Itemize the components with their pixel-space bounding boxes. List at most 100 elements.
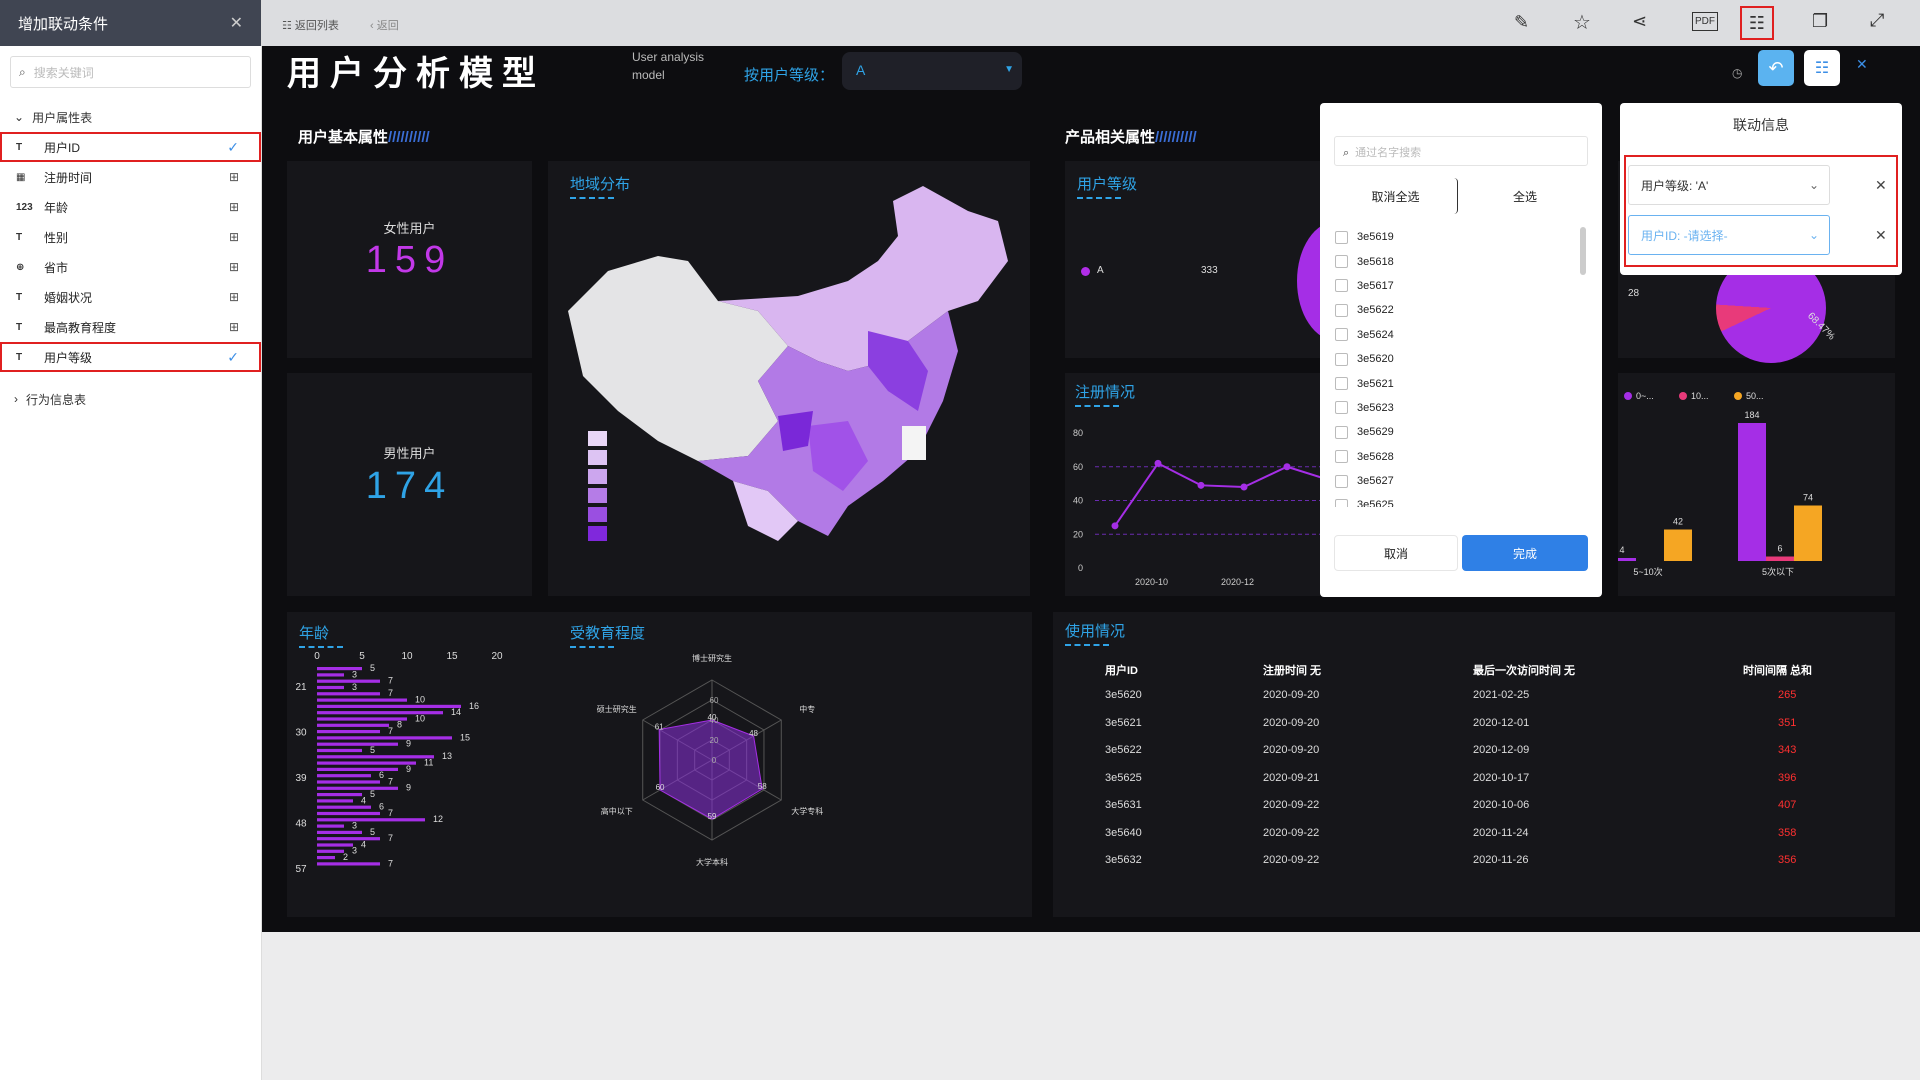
linkage-field-icon[interactable]: ⊞: [229, 320, 239, 334]
option-label: 3e5629: [1357, 426, 1394, 439]
linkage-field-icon[interactable]: ⊞: [229, 170, 239, 184]
field-type-icon: T: [16, 291, 23, 303]
bar-value-label: 15: [460, 732, 470, 742]
table-header[interactable]: 用户ID: [1105, 662, 1138, 678]
option-item[interactable]: 3e5629: [1320, 420, 1580, 444]
linkage-filter-icon[interactable]: ☷: [1740, 6, 1774, 40]
field-label: 用户ID: [44, 140, 81, 155]
option-item[interactable]: 3e5622: [1320, 298, 1580, 322]
checkbox[interactable]: [1335, 450, 1348, 464]
dash-close-icon[interactable]: ✕: [1856, 56, 1868, 73]
x-tick-label: 2020-12: [1221, 577, 1254, 587]
linkage-field-icon[interactable]: ⊞: [229, 230, 239, 244]
data-point: [1283, 463, 1291, 471]
y-tick-label: 40: [1073, 496, 1083, 506]
region-card: 地域分布: [548, 161, 1030, 596]
share-icon[interactable]: ⋖: [1632, 11, 1647, 32]
checkbox[interactable]: [1335, 425, 1348, 439]
star-icon[interactable]: ☆: [1573, 10, 1591, 35]
table-header[interactable]: 时间间隔 总和: [1743, 662, 1812, 678]
checkbox[interactable]: [1335, 377, 1348, 391]
checkbox[interactable]: [1335, 352, 1348, 366]
option-item[interactable]: 3e5618: [1320, 249, 1580, 273]
field-item[interactable]: ⊕ 省市 ⊞: [0, 252, 261, 282]
option-label: 3e5621: [1357, 377, 1394, 390]
undo-button[interactable]: ↶: [1758, 50, 1794, 86]
option-item[interactable]: 3e5620: [1320, 347, 1580, 371]
select-all-button[interactable]: 全选: [1462, 178, 1588, 214]
option-item[interactable]: 3e5617: [1320, 274, 1580, 298]
age-bar: [317, 805, 371, 809]
subtitle-line1: User analysis: [632, 50, 705, 64]
condition-userid-select[interactable]: 用户ID: -请选择- ⌄: [1628, 215, 1830, 255]
remove-condition-icon[interactable]: ✕: [1875, 227, 1887, 244]
checkbox[interactable]: [1335, 474, 1348, 488]
field-item[interactable]: 123 年龄 ⊞: [0, 192, 261, 222]
back-list-link[interactable]: ☷ 返回列表: [282, 17, 339, 33]
table-cell: 356: [1778, 854, 1797, 866]
chevron-right-icon: ›: [14, 392, 18, 406]
age-bar: [317, 730, 380, 734]
age-bar: [317, 736, 452, 740]
table-label: 用户属性表: [32, 110, 93, 125]
copy-icon[interactable]: ❐: [1812, 11, 1828, 32]
option-item[interactable]: 3e5625: [1320, 493, 1580, 507]
linkage-list-button[interactable]: ☷: [1804, 50, 1840, 86]
back-link[interactable]: ‹ 返回: [370, 17, 399, 33]
field-item[interactable]: ▦ 注册时间 ⊞: [0, 162, 261, 192]
usage-title: 使用情况: [1065, 623, 1126, 640]
legend-dot: [1624, 392, 1632, 400]
picker-search-input[interactable]: ⌕ 通过名字搜索: [1334, 136, 1588, 166]
linkage-field-icon[interactable]: ⊞: [229, 200, 239, 214]
bar-value-label: 3: [352, 846, 357, 856]
checkbox[interactable]: [1335, 303, 1348, 317]
table-cell: 2020-11-24: [1473, 826, 1529, 839]
table-group-user[interactable]: ⌄ 用户属性表: [0, 102, 261, 132]
age-bar: [317, 767, 398, 771]
option-item[interactable]: 3e5624: [1320, 323, 1580, 347]
done-button[interactable]: 完成: [1462, 535, 1588, 571]
linkage-field-icon[interactable]: ⊞: [229, 290, 239, 304]
checkbox[interactable]: [1335, 401, 1348, 415]
close-icon[interactable]: ✕: [230, 13, 243, 33]
option-label: 3e5618: [1357, 255, 1394, 268]
field-search-input[interactable]: ⌕ 搜索关键词: [10, 56, 251, 88]
field-item[interactable]: T 性别 ⊞: [0, 222, 261, 252]
scrollbar[interactable]: [1580, 227, 1586, 275]
remove-condition-icon[interactable]: ✕: [1875, 177, 1887, 194]
field-item[interactable]: T 用户ID ✓: [0, 132, 261, 162]
option-item[interactable]: 3e5628: [1320, 445, 1580, 469]
option-item[interactable]: 3e5623: [1320, 396, 1580, 420]
fullscreen-icon[interactable]: ⤢: [1870, 10, 1884, 31]
field-item[interactable]: T 最高教育程度 ⊞: [0, 312, 261, 342]
condition-level-select[interactable]: 用户等级: 'A' ⌄: [1628, 165, 1830, 205]
user-id-picker: ⌕ 通过名字搜索 取消全选 全选 3e5619 3e5618 3e5617 3e5622…: [1320, 103, 1602, 597]
level-filter-select[interactable]: A ▼: [842, 52, 1022, 90]
radar-value: 60: [656, 783, 665, 792]
table-header[interactable]: 注册时间 无: [1263, 662, 1321, 678]
checkbox[interactable]: [1335, 498, 1348, 507]
checkbox[interactable]: [1335, 255, 1348, 269]
checkbox[interactable]: [1335, 328, 1348, 342]
field-item[interactable]: T 用户等级 ✓: [0, 342, 261, 372]
table-group-behavior[interactable]: › 行为信息表: [0, 384, 261, 414]
bar-value-label: 16: [469, 701, 479, 711]
bar-value-label: 4: [361, 839, 366, 849]
linkage-field-icon[interactable]: ⊞: [229, 260, 239, 274]
field-item[interactable]: T 婚姻状况 ⊞: [0, 282, 261, 312]
edit-icon[interactable]: ✎: [1514, 12, 1529, 33]
checkbox[interactable]: [1335, 279, 1348, 293]
cancel-all-button[interactable]: 取消全选: [1334, 178, 1458, 214]
checkbox[interactable]: [1335, 230, 1348, 244]
pdf-icon[interactable]: PDF: [1692, 12, 1718, 31]
edu-radar-chart: 404858596061博士研究生中专大学专科大学本科高中以下硕士研究生0204…: [597, 653, 824, 867]
cancel-button[interactable]: 取消: [1334, 535, 1458, 571]
option-item[interactable]: 3e5627: [1320, 469, 1580, 493]
option-item[interactable]: 3e5619: [1320, 225, 1580, 249]
table-header[interactable]: 最后一次访问时间 无: [1473, 662, 1575, 678]
option-item[interactable]: 3e5621: [1320, 371, 1580, 395]
map-legend-swatch: [588, 431, 607, 446]
field-label: 婚姻状况: [44, 290, 93, 305]
option-label: 3e5620: [1357, 353, 1394, 366]
bar-value-label: 5: [370, 663, 375, 673]
